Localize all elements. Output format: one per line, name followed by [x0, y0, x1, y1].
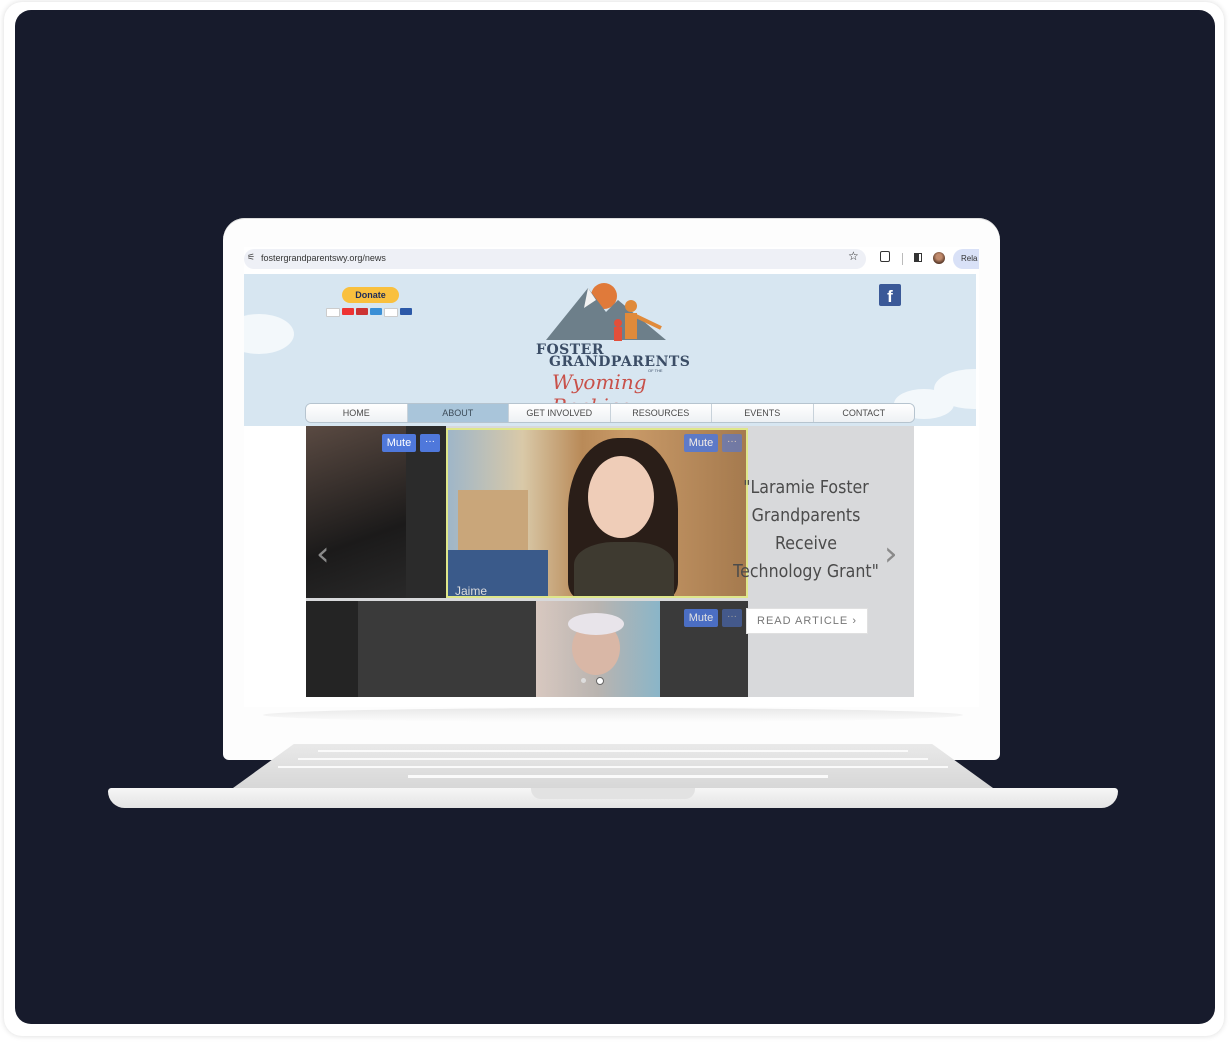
news-slideshow: Mute ··· Jaime Mute ··· Mute ··· "Larami…	[306, 426, 914, 697]
keyboard-row	[278, 766, 948, 768]
nav-resources[interactable]: RESOURCES	[610, 404, 712, 422]
keyboard-row	[318, 750, 908, 752]
donate-button[interactable]: Donate	[342, 287, 399, 303]
extensions-icon[interactable]	[880, 251, 890, 262]
mastercard-icon	[342, 308, 354, 315]
maestro-card-icon	[356, 308, 368, 315]
site-settings-icon[interactable]: ⚟	[247, 252, 255, 263]
nav-home[interactable]: HOME	[306, 404, 408, 422]
nav-about[interactable]: ABOUT	[407, 404, 509, 422]
browser-toolbar: ⚟ fostergrandparentswy.org/news ☆ Rela	[244, 247, 979, 271]
visa-card-icon	[326, 308, 340, 317]
trackpad-notch	[531, 788, 695, 799]
mute-button[interactable]: Mute	[684, 609, 718, 627]
elder-hair-shape	[568, 613, 624, 635]
participant-name: Jaime	[455, 584, 488, 598]
address-bar[interactable]: ⚟ fostergrandparentswy.org/news	[244, 249, 866, 269]
keyboard-row	[298, 758, 928, 760]
discover-card-icon	[384, 308, 398, 317]
video-tile-empty	[358, 601, 448, 697]
relaunch-button[interactable]: Rela	[953, 249, 979, 269]
nav-events[interactable]: EVENTS	[712, 404, 814, 422]
active-speaker-video: Jaime	[446, 428, 748, 598]
jcb-card-icon	[400, 308, 412, 315]
facebook-icon[interactable]: f	[879, 284, 901, 306]
laptop-base	[108, 744, 1118, 808]
video-tile	[306, 601, 358, 697]
slide-dot-active[interactable]	[596, 677, 604, 685]
nav-contact[interactable]: CONTACT	[813, 404, 914, 422]
bookmark-star-icon[interactable]: ☆	[848, 249, 859, 263]
lid-bottom-shadow	[263, 708, 963, 722]
logo-grandparents-text: GRANDPARENTS	[549, 354, 691, 370]
article-headline: "Laramie Foster Grandparents Receive Tec…	[733, 477, 879, 582]
toolbar-divider	[902, 253, 903, 265]
more-options-icon[interactable]: ···	[420, 434, 440, 452]
site-logo[interactable]: FOSTER GRANDPARENTS OF THE Wyoming Rocki…	[536, 278, 698, 418]
box-shape	[458, 490, 528, 550]
laptop-screen: ⚟ fostergrandparentswy.org/news ☆ Rela D…	[244, 247, 979, 707]
read-article-button[interactable]: READ ARTICLE ›	[746, 608, 868, 634]
next-slide-icon[interactable]: ›	[884, 534, 898, 574]
more-options-icon[interactable]: ···	[722, 609, 742, 627]
amex-card-icon	[370, 308, 382, 315]
url-text: fostergrandparentswy.org/news	[261, 253, 386, 263]
payment-cards	[326, 308, 412, 317]
mute-button[interactable]: Mute	[382, 434, 416, 452]
laptop-lid: ⚟ fostergrandparentswy.org/news ☆ Rela D…	[223, 218, 1000, 760]
more-options-icon[interactable]: ···	[722, 434, 742, 452]
main-nav: HOME ABOUT GET INVOLVED RESOURCES EVENTS…	[305, 403, 915, 423]
slide-dot[interactable]	[581, 678, 586, 683]
shoulders-shape	[574, 542, 674, 596]
mute-button[interactable]: Mute	[684, 434, 718, 452]
profile-avatar[interactable]	[933, 252, 945, 264]
cloud-decoration	[244, 314, 294, 354]
spacebar-row	[408, 775, 828, 778]
prev-slide-icon[interactable]: ‹	[316, 534, 330, 574]
dark-backdrop: ⚟ fostergrandparentswy.org/news ☆ Rela D…	[15, 10, 1215, 1024]
face-shape	[588, 456, 654, 538]
side-panel-icon[interactable]	[914, 253, 922, 262]
nav-get-involved[interactable]: GET INVOLVED	[509, 404, 611, 422]
